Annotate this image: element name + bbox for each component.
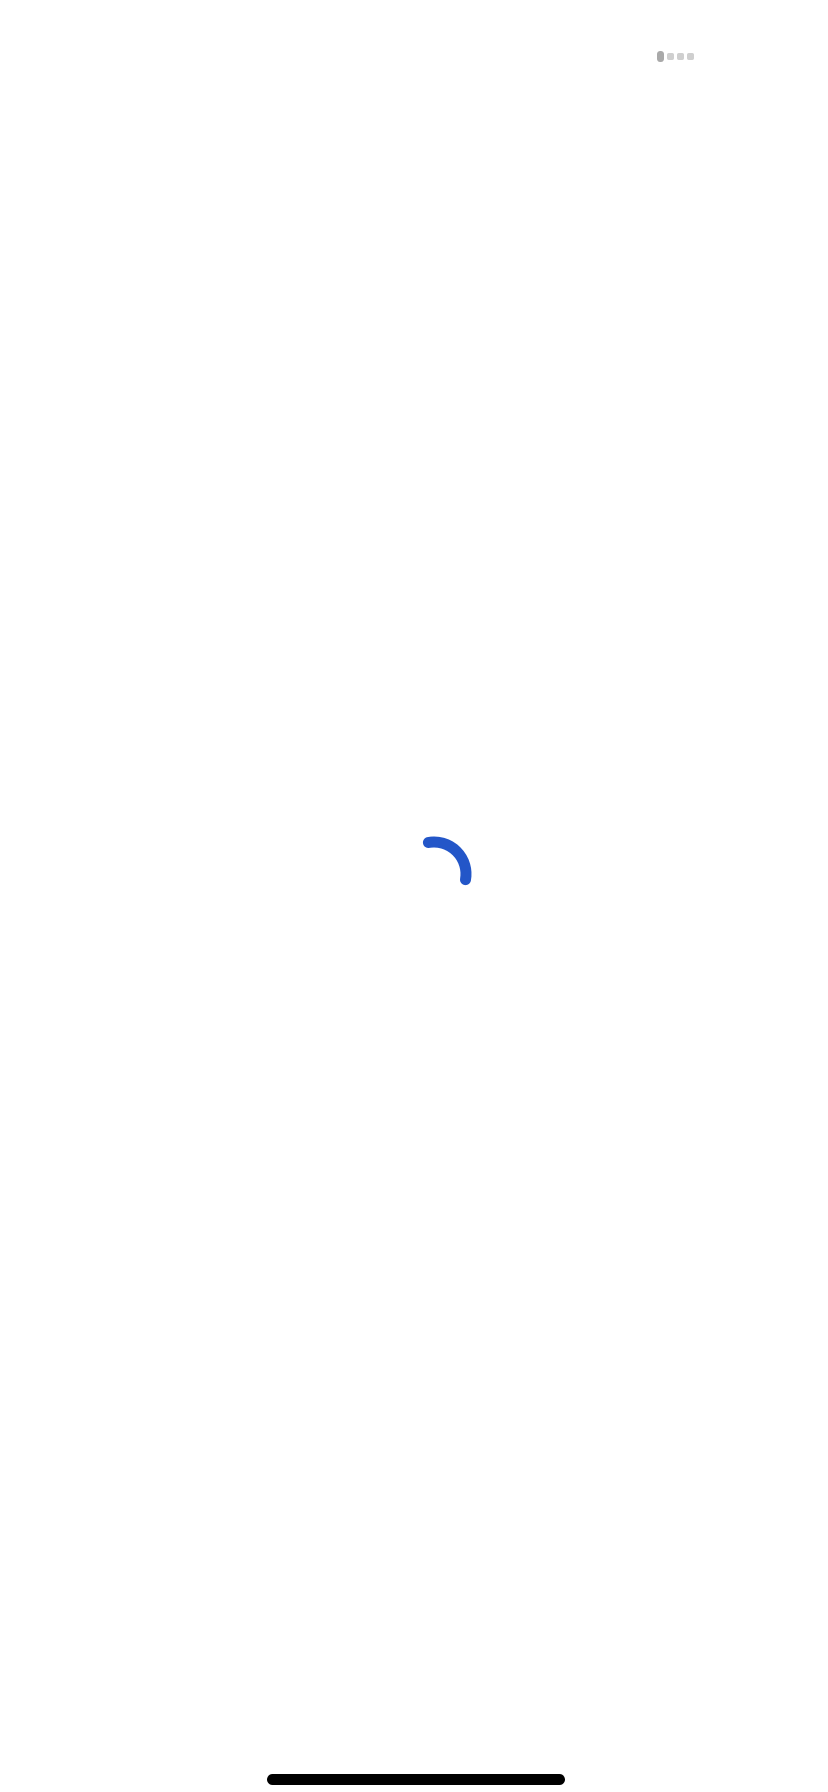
spinner-arc	[422, 836, 472, 886]
page-indicator-dot	[687, 52, 694, 60]
loading-spinner	[384, 824, 484, 924]
status-bar	[0, 0, 828, 110]
page-indicator-dot	[667, 52, 674, 60]
page-indicator-dot	[677, 52, 684, 60]
page-indicator-dot-active	[657, 50, 664, 62]
page-indicator	[657, 50, 694, 62]
loading-spinner-icon	[422, 836, 472, 886]
home-indicator	[267, 1774, 565, 1785]
